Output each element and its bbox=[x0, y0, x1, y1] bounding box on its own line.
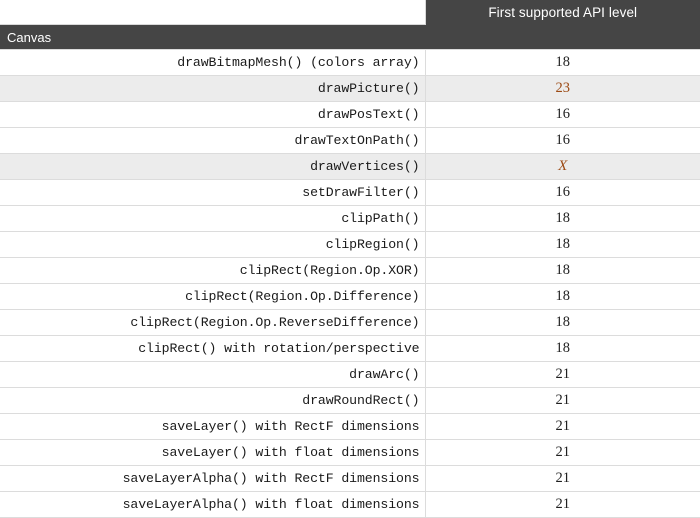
cell-feature-name: clipRegion() bbox=[0, 231, 426, 258]
cell-feature-name: drawArc() bbox=[0, 361, 426, 388]
table-row: saveLayerAlpha() with float dimensions 21 bbox=[0, 491, 700, 518]
table-row: drawBitmapMesh() (colors array) 18 bbox=[0, 49, 700, 76]
cell-api-level: 21 bbox=[424, 387, 700, 414]
cell-api-level: 21 bbox=[424, 491, 700, 518]
section-title-canvas: Canvas bbox=[0, 24, 700, 50]
header-cell-api-level: First supported API level bbox=[425, 0, 700, 25]
table-row: clipRect(Region.Op.XOR) 18 bbox=[0, 257, 700, 284]
cell-feature-name: saveLayerAlpha() with RectF dimensions bbox=[0, 465, 426, 492]
table-row: clipRegion() 18 bbox=[0, 231, 700, 258]
cell-api-level: 18 bbox=[424, 335, 700, 362]
cell-feature-name: drawBitmapMesh() (colors array) bbox=[0, 49, 426, 76]
cell-feature-name: clipRect() with rotation/perspective bbox=[0, 335, 426, 362]
cell-feature-name: drawVertices() bbox=[0, 153, 426, 180]
table-row: clipRect() with rotation/perspective 18 bbox=[0, 335, 700, 362]
table-row: clipPath() 18 bbox=[0, 205, 700, 232]
cell-api-level: 21 bbox=[424, 413, 700, 440]
table-row: drawRoundRect() 21 bbox=[0, 387, 700, 414]
cell-api-level: 21 bbox=[424, 465, 700, 492]
cell-api-level: 18 bbox=[424, 231, 700, 258]
cell-api-level: 23 bbox=[424, 75, 700, 102]
header-cell-feature bbox=[0, 0, 426, 25]
api-support-table: First supported API level Canvas drawBit… bbox=[0, 0, 700, 518]
cell-feature-name: clipRect(Region.Op.XOR) bbox=[0, 257, 426, 284]
cell-feature-name: saveLayer() with RectF dimensions bbox=[0, 413, 426, 440]
table-row: saveLayerAlpha() with RectF dimensions 21 bbox=[0, 465, 700, 492]
header-row: First supported API level bbox=[0, 0, 700, 25]
cell-api-level: 18 bbox=[424, 205, 700, 232]
section-header-row: Canvas bbox=[0, 24, 700, 50]
table-row: clipRect(Region.Op.ReverseDifference) 18 bbox=[0, 309, 700, 336]
cell-feature-name: clipRect(Region.Op.ReverseDifference) bbox=[0, 309, 426, 336]
unsupported-x-icon: X bbox=[558, 158, 568, 174]
cell-feature-name: clipPath() bbox=[0, 205, 426, 232]
cell-api-level: 16 bbox=[424, 101, 700, 128]
cell-feature-name: saveLayer() with float dimensions bbox=[0, 439, 426, 466]
cell-feature-name: saveLayerAlpha() with float dimensions bbox=[0, 491, 426, 518]
cell-feature-name: drawPosText() bbox=[0, 101, 426, 128]
cell-api-level: 18 bbox=[424, 49, 700, 76]
cell-feature-name: drawPicture() bbox=[0, 75, 426, 102]
cell-api-level: 18 bbox=[424, 283, 700, 310]
cell-feature-name: setDrawFilter() bbox=[0, 179, 426, 206]
cell-api-level: 21 bbox=[424, 361, 700, 388]
cell-feature-name: drawRoundRect() bbox=[0, 387, 426, 414]
table-row: drawArc() 21 bbox=[0, 361, 700, 388]
cell-feature-name: clipRect(Region.Op.Difference) bbox=[0, 283, 426, 310]
table-row: clipRect(Region.Op.Difference) 18 bbox=[0, 283, 700, 310]
cell-api-level: 18 bbox=[424, 257, 700, 284]
table-header: First supported API level bbox=[0, 0, 700, 25]
table-row: saveLayer() with RectF dimensions 21 bbox=[0, 413, 700, 440]
table-row: setDrawFilter() 16 bbox=[0, 179, 700, 206]
table-row: drawPosText() 16 bbox=[0, 101, 700, 128]
cell-api-level: 18 bbox=[424, 309, 700, 336]
table-row: drawPicture() 23 bbox=[0, 75, 700, 102]
cell-feature-name: drawTextOnPath() bbox=[0, 127, 426, 154]
table-row: saveLayer() with float dimensions 21 bbox=[0, 439, 700, 466]
cell-api-level: 16 bbox=[424, 127, 700, 154]
cell-api-level: 16 bbox=[424, 179, 700, 206]
table-row: drawTextOnPath() 16 bbox=[0, 127, 700, 154]
table-body: Canvas drawBitmapMesh() (colors array) 18… bbox=[0, 24, 700, 518]
table-row: drawVertices() X bbox=[0, 153, 700, 180]
cell-api-level: 21 bbox=[424, 439, 700, 466]
cell-api-level: X bbox=[424, 153, 700, 180]
